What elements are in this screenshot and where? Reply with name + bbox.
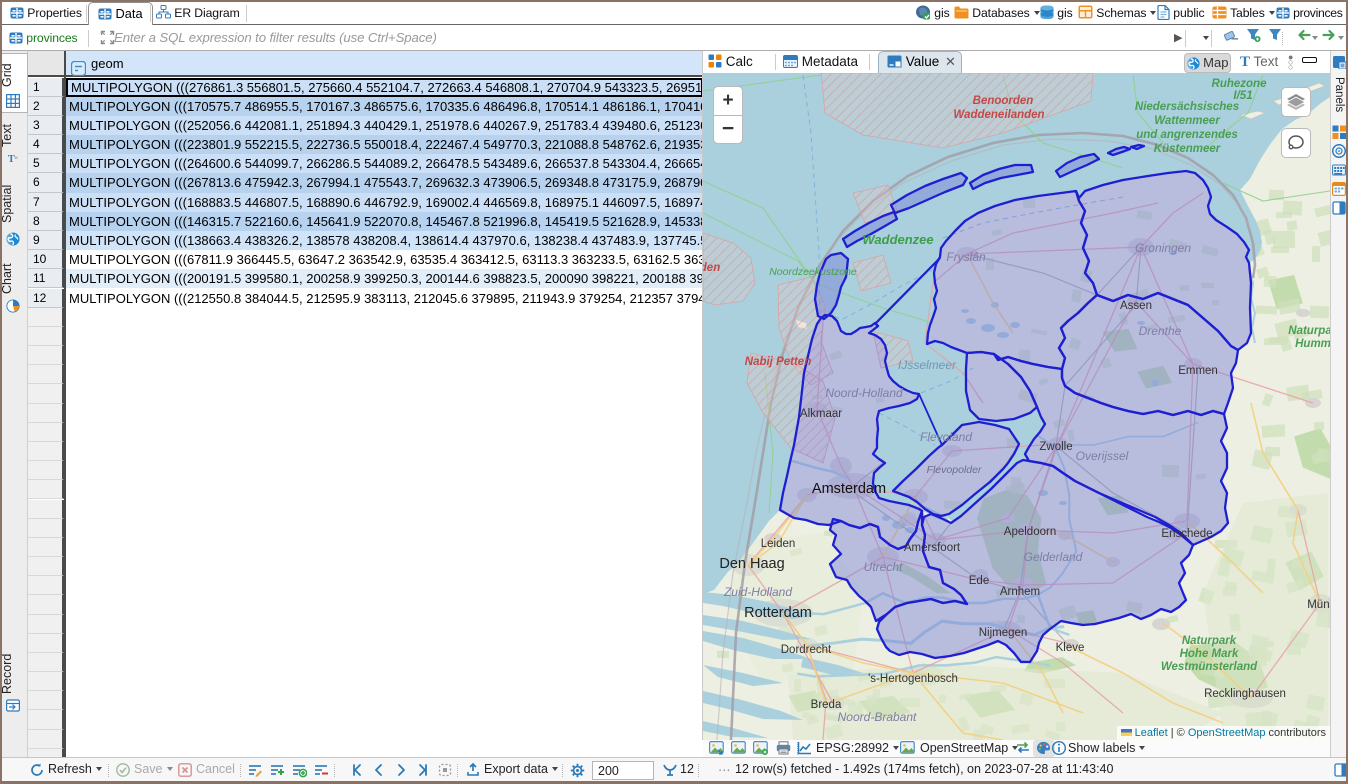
svg-text:Breda: Breda [811, 699, 842, 711]
svg-text:Benoorden: Benoorden [973, 95, 1034, 107]
svg-text:Niedersächsisches: Niedersächsisches [1135, 101, 1239, 113]
svg-text:'s-Hertogenbosch: 's-Hertogenbosch [868, 673, 958, 685]
svg-text:Apeldoorn: Apeldoorn [1004, 526, 1056, 538]
svg-text:Flevoland: Flevoland [920, 430, 972, 444]
svg-text:Küstenmeer: Küstenmeer [1154, 143, 1221, 155]
svg-text:Nabij Petten: Nabij Petten [745, 356, 811, 368]
svg-text:Flevopolder: Flevopolder [927, 464, 982, 476]
svg-text:Noordzeekustzone: Noordzeekustzone [769, 266, 857, 278]
svg-text:Drenthe: Drenthe [1139, 324, 1182, 338]
svg-text:Gelderland: Gelderland [1024, 550, 1083, 564]
svg-text:Naturpark: Naturpark [1182, 635, 1237, 647]
svg-text:Emmen: Emmen [1178, 365, 1218, 377]
svg-text:Waddeneilanden: Waddeneilanden [953, 109, 1044, 121]
svg-text:Arnhem: Arnhem [1000, 586, 1040, 598]
svg-text:Noord-Brabant: Noord-Brabant [838, 710, 917, 724]
svg-text:Leiden: Leiden [761, 538, 796, 550]
svg-text:Zuid-Holland: Zuid-Holland [723, 585, 792, 599]
svg-text:Amsterdam: Amsterdam [812, 481, 886, 497]
svg-text:Utrecht: Utrecht [864, 560, 903, 574]
svg-text:Noord-Holland: Noord-Holland [825, 386, 903, 400]
svg-text:Rotterdam: Rotterdam [744, 605, 812, 621]
svg-text:Den Haag: Den Haag [719, 556, 784, 572]
svg-text:Wattenmeer: Wattenmeer [1154, 115, 1220, 127]
svg-text:Münster: Münster [1307, 599, 1330, 611]
svg-text:Amersfoort: Amersfoort [904, 542, 961, 554]
svg-text:und angrenzendes: und angrenzendes [1136, 129, 1238, 141]
svg-text:Ruhezone: Ruhezone [1212, 78, 1268, 90]
svg-text:Alkmaar: Alkmaar [800, 408, 842, 420]
svg-text:Overijssel: Overijssel [1076, 449, 1129, 463]
svg-text:Humm: Humm [1295, 338, 1330, 350]
svg-text:Naturpa: Naturpa [1288, 325, 1330, 337]
svg-text:Zwolle: Zwolle [1039, 441, 1072, 453]
svg-text:Ede: Ede [969, 575, 989, 587]
svg-text:Recklinghausen: Recklinghausen [1204, 688, 1286, 700]
svg-text:Hohe Mark: Hohe Mark [1180, 648, 1239, 660]
svg-text:IJsselmeer: IJsselmeer [898, 358, 957, 372]
svg-text:Kleve: Kleve [1056, 642, 1085, 654]
svg-text:Dordrecht: Dordrecht [781, 644, 832, 656]
svg-text:Enschede: Enschede [1161, 528, 1212, 540]
svg-text:Assen: Assen [1120, 300, 1152, 312]
svg-text:Groningen: Groningen [1135, 241, 1191, 255]
svg-text:«: « [14, 154, 18, 161]
svg-text:Westmünsterland: Westmünsterland [1161, 661, 1258, 673]
svg-text:Nijmegen: Nijmegen [979, 627, 1028, 639]
svg-text:Waddenzee: Waddenzee [862, 232, 933, 247]
svg-text:den: den [703, 262, 720, 274]
svg-text:Fryslân: Fryslân [946, 250, 986, 264]
